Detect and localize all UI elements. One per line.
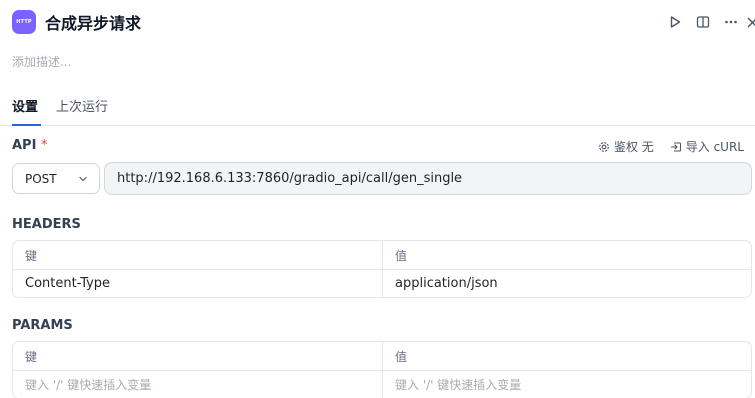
header-actions: [661, 9, 755, 35]
header-key-input[interactable]: Content-Type: [13, 270, 382, 297]
required-mark: *: [40, 138, 48, 153]
params-table: 键 值 键入 '/' 键快速插入变量 键入 '/' 键快速插入变量: [12, 341, 752, 398]
method-select[interactable]: POST: [12, 163, 100, 194]
header-value-input[interactable]: application/json: [382, 270, 751, 297]
description-input[interactable]: 添加描述...: [12, 53, 71, 70]
key-column-header: 键: [25, 349, 38, 364]
import-label: 导入 cURL: [685, 140, 744, 154]
value-column-header: 值: [382, 241, 751, 269]
api-label: API *: [12, 138, 48, 153]
method-value: POST: [25, 171, 57, 186]
value-column-header: 值: [382, 342, 751, 370]
param-value-input[interactable]: 键入 '/' 键快速插入变量: [382, 371, 751, 398]
gear-icon: [599, 141, 609, 152]
split-view-button[interactable]: [689, 9, 717, 35]
tab-bar: 设置 上次运行: [0, 92, 755, 126]
api-tools: 鉴权 无 导入 cURL: [598, 138, 744, 155]
play-icon: [670, 16, 681, 28]
table-header-row: 键 值: [13, 241, 751, 269]
import-icon: [670, 141, 681, 152]
http-icon: HTTP: [12, 10, 36, 34]
import-curl-button[interactable]: 导入 cURL: [670, 138, 744, 155]
close-button[interactable]: [745, 9, 755, 35]
tab-settings[interactable]: 设置: [12, 96, 38, 115]
active-tab-indicator: [12, 124, 41, 126]
more-button[interactable]: [717, 9, 745, 35]
auth-button[interactable]: 鉴权 无: [598, 138, 654, 155]
run-button[interactable]: [661, 9, 689, 35]
headers-table: 键 值 Content-Type application/json: [12, 240, 752, 298]
table-row: Content-Type application/json: [13, 269, 751, 297]
more-icon: [725, 20, 737, 24]
params-label: PARAMS: [12, 318, 73, 333]
chevron-down-icon: [79, 176, 87, 182]
close-icon: [747, 17, 755, 28]
auth-label: 鉴权 无: [613, 140, 654, 154]
key-column-header: 键: [25, 248, 38, 263]
split-view-icon: [696, 16, 710, 28]
node-title[interactable]: 合成异步请求: [45, 10, 141, 34]
url-input[interactable]: http://192.168.6.133:7860/gradio_api/cal…: [104, 162, 752, 195]
node-header: HTTP 合成异步请求: [12, 9, 755, 35]
param-key-input[interactable]: 键入 '/' 键快速插入变量: [13, 371, 382, 398]
tab-last-run[interactable]: 上次运行: [56, 96, 108, 115]
table-header-row: 键 值: [13, 342, 751, 370]
table-row: 键入 '/' 键快速插入变量 键入 '/' 键快速插入变量: [13, 370, 751, 398]
headers-label: HEADERS: [12, 217, 81, 232]
